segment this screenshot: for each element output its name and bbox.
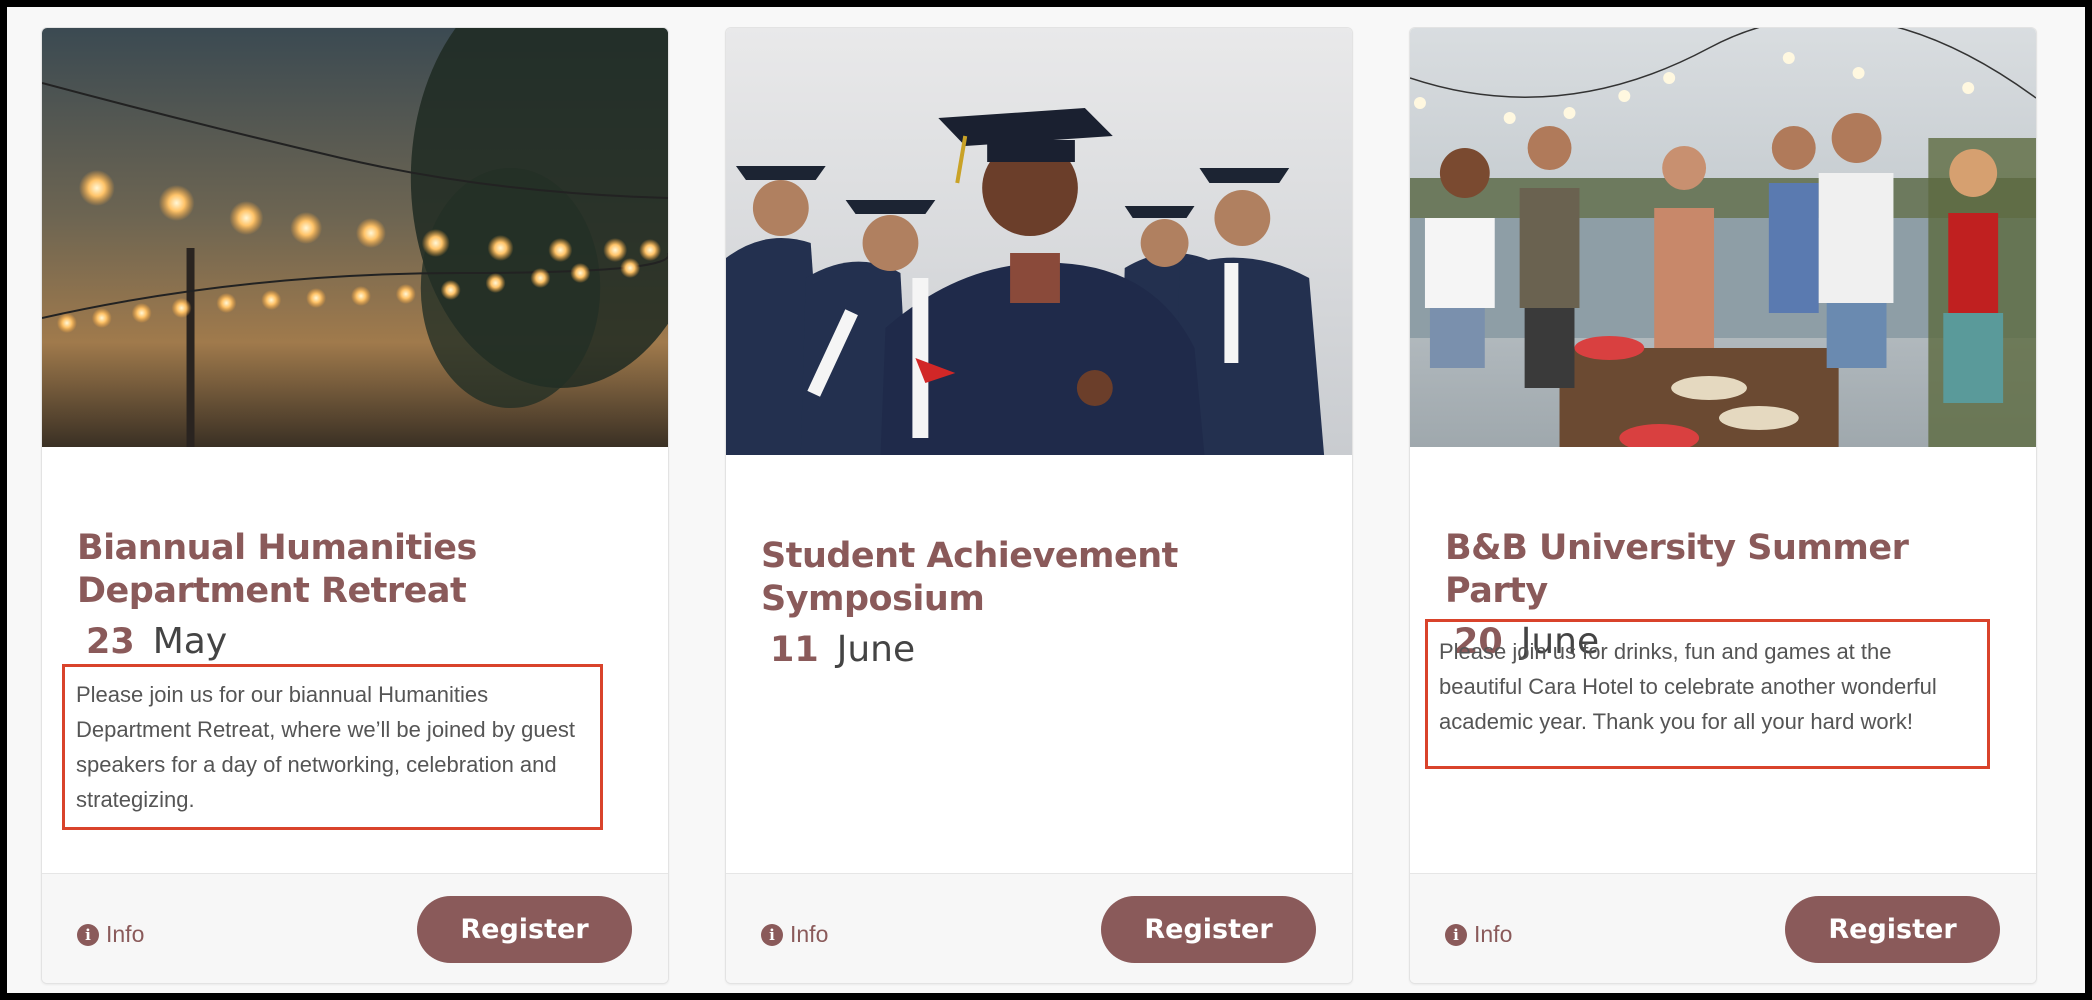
- event-details: Biannual Humanities Department Retreat 2…: [42, 527, 668, 662]
- info-label: Info: [790, 921, 829, 947]
- event-card: Student Achievement Symposium 11 June i …: [725, 27, 1353, 984]
- info-link[interactable]: i Info: [1445, 921, 1512, 948]
- event-card: Biannual Humanities Department Retreat 2…: [41, 27, 669, 984]
- card-footer: i Info Register: [726, 873, 1352, 983]
- event-date: 11 June: [770, 629, 1352, 670]
- event-card: B&B University Summer Party 20 June Plea…: [1409, 27, 2037, 984]
- event-details: Student Achievement Symposium 11 June: [726, 535, 1352, 670]
- register-button[interactable]: Register: [417, 896, 632, 963]
- event-photo-party: [1410, 28, 2036, 447]
- event-photo-graduates: [726, 28, 1352, 455]
- info-link[interactable]: i Info: [761, 921, 828, 948]
- event-day: 11: [770, 630, 819, 670]
- event-description: Please join us for our biannual Humaniti…: [62, 664, 603, 830]
- event-title: B&B University Summer Party: [1445, 528, 1909, 611]
- register-button[interactable]: Register: [1101, 896, 1316, 963]
- card-footer: i Info Register: [1410, 873, 2036, 983]
- event-month: June: [836, 629, 916, 670]
- card-footer: i Info Register: [42, 873, 668, 983]
- event-month: May: [152, 621, 228, 662]
- event-title: Biannual Humanities Department Retreat: [77, 528, 477, 611]
- event-description: Please join us for drinks, fun and games…: [1425, 619, 1990, 769]
- info-circle-icon: i: [1445, 923, 1467, 946]
- info-circle-icon: i: [761, 923, 783, 946]
- events-page: Biannual Humanities Department Retreat 2…: [7, 7, 2085, 993]
- info-label: Info: [1474, 921, 1513, 947]
- event-photo-string-lights: [42, 28, 668, 447]
- event-date: 23 May: [86, 621, 668, 662]
- event-title: Student Achievement Symposium: [761, 536, 1178, 619]
- register-button[interactable]: Register: [1785, 896, 2000, 963]
- info-link[interactable]: i Info: [77, 921, 144, 948]
- info-circle-icon: i: [77, 923, 99, 946]
- info-label: Info: [106, 921, 145, 947]
- event-day: 23: [86, 622, 135, 662]
